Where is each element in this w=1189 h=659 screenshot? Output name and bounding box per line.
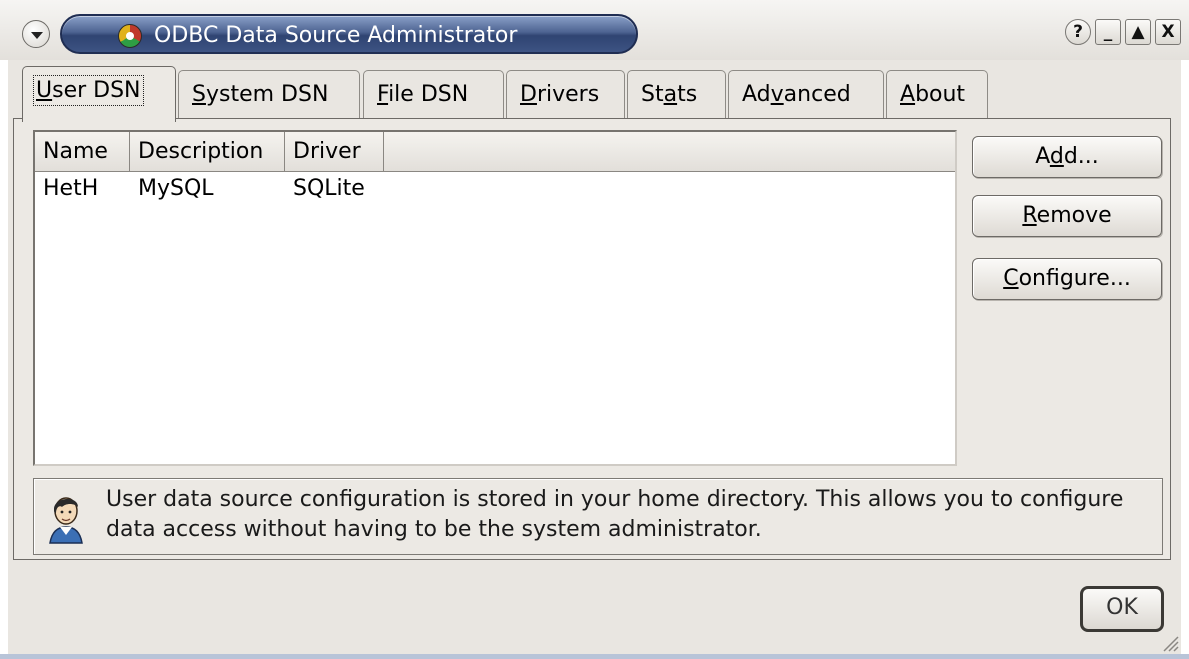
title-pill[interactable]: ODBC Data Source Administrator <box>60 14 638 54</box>
remove-button[interactable]: Remove <box>972 195 1162 237</box>
window-menu-icon[interactable] <box>22 20 50 48</box>
tab-label: System DSN <box>192 82 329 107</box>
column-header-filler <box>384 132 955 172</box>
tab-user-dsn[interactable]: User DSN <box>22 66 176 122</box>
help-icon[interactable]: ? <box>1065 19 1091 45</box>
maximize-icon[interactable]: ▲ <box>1125 19 1151 45</box>
minimize-icon[interactable]: _ <box>1095 19 1121 45</box>
window-bottom-border <box>0 654 1189 659</box>
tab-label: Drivers <box>520 82 600 107</box>
title-bar[interactable]: ODBC Data Source Administrator ? _ ▲ X <box>0 0 1189 60</box>
cell-driver: SQLite <box>293 176 365 201</box>
window-title: ODBC Data Source Administrator <box>154 23 518 48</box>
tab-label: File DSN <box>377 82 469 107</box>
odbc-app-icon <box>118 24 142 48</box>
column-header-driver[interactable]: Driver <box>285 132 384 172</box>
tab-advanced[interactable]: Advanced <box>728 70 884 118</box>
info-box: User data source configuration is stored… <box>33 478 1163 555</box>
list-header: Name Description Driver <box>35 132 955 172</box>
tab-label: About <box>900 82 966 107</box>
resize-grip-icon[interactable] <box>1161 634 1179 652</box>
tab-label: Advanced <box>742 82 851 107</box>
datasource-list[interactable]: Name Description Driver HetH MySQL SQLit… <box>33 130 957 466</box>
tab-label: Stats <box>641 82 698 107</box>
cell-description: MySQL <box>138 176 214 201</box>
user-person-icon <box>49 497 83 544</box>
tab-stats[interactable]: Stats <box>627 70 726 118</box>
tab-drivers[interactable]: Drivers <box>506 70 625 118</box>
dialog-body: User DSN System DSN File DSN Drivers Sta… <box>8 60 1181 654</box>
cell-name: HetH <box>43 176 99 201</box>
tab-label: User DSN <box>33 75 144 106</box>
ok-button[interactable]: OK <box>1080 586 1164 632</box>
configure-button[interactable]: Configure... <box>972 258 1162 300</box>
tab-about[interactable]: About <box>886 70 988 118</box>
info-message: User data source configuration is stored… <box>106 487 1124 542</box>
column-header-name[interactable]: Name <box>35 132 130 172</box>
user-dsn-panel: Name Description Driver HetH MySQL SQLit… <box>13 118 1171 560</box>
tab-system-dsn[interactable]: System DSN <box>178 70 360 118</box>
tab-file-dsn[interactable]: File DSN <box>363 70 504 118</box>
table-row[interactable]: HetH MySQL SQLite <box>35 174 955 206</box>
add-button[interactable]: Add... <box>972 136 1162 178</box>
window-controls: ? _ ▲ X <box>1065 19 1181 45</box>
close-icon[interactable]: X <box>1155 19 1181 45</box>
column-header-description[interactable]: Description <box>130 132 285 172</box>
